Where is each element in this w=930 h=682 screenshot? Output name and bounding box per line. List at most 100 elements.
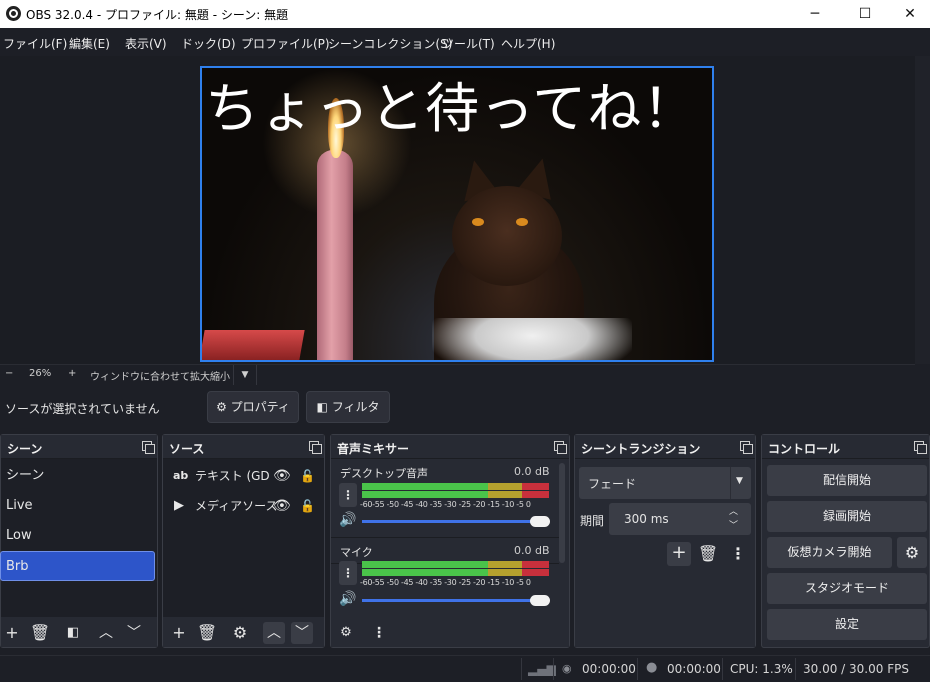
menu-file[interactable]: ファイル(F) xyxy=(3,35,67,52)
cat-eye-left xyxy=(472,218,484,226)
obs-logo-icon xyxy=(6,6,21,21)
mic-volume-slider[interactable] xyxy=(362,599,540,602)
zoom-bar: − 26% + ウィンドウに合わせて拡大縮小 ▼ xyxy=(0,364,915,385)
close-button[interactable]: ✕ xyxy=(887,0,930,28)
move-down-icon[interactable]: ﹀ xyxy=(123,622,145,644)
add-transition-icon[interactable]: + xyxy=(667,542,691,566)
settings-button[interactable]: 設定 xyxy=(767,609,927,640)
decrement-icon[interactable]: ﹀ xyxy=(729,518,738,531)
mixer-dock-header: 音声ミキサー xyxy=(331,435,569,459)
fps-readout: 30.00 / 30.00 FPS xyxy=(803,662,909,676)
maximize-button[interactable]: ☐ xyxy=(842,0,888,28)
add-scene-icon[interactable]: + xyxy=(1,622,23,644)
desktop-audio-volume-slider[interactable] xyxy=(362,520,540,523)
scene-item[interactable]: Low xyxy=(1,521,156,551)
transitions-dock-title: シーントランジション xyxy=(581,442,701,456)
meter-green xyxy=(362,561,488,568)
sources-dock-header: ソース xyxy=(163,435,324,459)
move-down-icon[interactable]: ﹀ xyxy=(291,622,313,644)
visibility-eye-icon[interactable]: 👁 xyxy=(273,491,291,521)
undock-icon[interactable] xyxy=(309,441,322,454)
properties-label: プロパティ xyxy=(230,400,290,414)
red-object xyxy=(202,330,305,360)
menu-tools[interactable]: ツール(T) xyxy=(442,35,495,52)
mixer-scrollbar[interactable] xyxy=(559,463,565,563)
speaker-icon[interactable]: 🔊 xyxy=(339,512,356,528)
virtual-camera-settings-gear-icon[interactable]: ⚙ xyxy=(897,537,927,568)
scene-item[interactable]: シーン xyxy=(1,461,156,491)
desktop-audio-volume-knob[interactable] xyxy=(530,516,550,527)
menu-scene-collection[interactable]: シーンコレクション(S) xyxy=(328,35,452,52)
lock-icon[interactable]: 🔓 xyxy=(300,491,315,521)
source-properties-gear-icon[interactable]: ⚙ xyxy=(229,622,251,644)
media-source-icon: ▶ xyxy=(174,498,184,513)
add-source-icon[interactable]: + xyxy=(168,622,190,644)
meter-red xyxy=(522,569,549,576)
preview-scrollbar[interactable] xyxy=(915,56,930,364)
status-separator xyxy=(795,658,796,680)
scene-filters-icon[interactable]: ◧ xyxy=(62,622,84,644)
desktop-audio-label: デスクトップ音声 xyxy=(340,467,428,480)
menu-view[interactable]: 表示(V) xyxy=(125,35,167,52)
chevron-down-icon: ▼ xyxy=(736,476,743,486)
mic-volume-knob[interactable] xyxy=(530,595,550,606)
zoom-dropdown-icon[interactable]: ▼ xyxy=(233,365,257,385)
status-separator xyxy=(521,658,522,680)
select-divider xyxy=(730,467,731,499)
menu-profile[interactable]: プロファイル(P) xyxy=(241,35,330,52)
start-recording-button[interactable]: 録画開始 xyxy=(767,501,927,532)
menu-edit[interactable]: 編集(E) xyxy=(69,35,110,52)
remove-scene-icon[interactable]: 🗑 xyxy=(29,622,51,644)
studio-mode-button[interactable]: スタジオモード xyxy=(767,573,927,604)
mic-menu-icon[interactable]: ⋮ xyxy=(339,561,357,585)
scene-item-selected[interactable]: Brb xyxy=(0,551,155,581)
scene-transitions-dock: シーントランジション フェード ▼ 期間 300 ms ︿ ﹀ + 🗑 ⋮ xyxy=(574,434,756,648)
duration-spinbox[interactable]: 300 ms ︿ ﹀ xyxy=(609,503,751,535)
duration-value: 300 ms xyxy=(624,512,669,526)
network-signal-icon: ▂▄▆ xyxy=(528,662,556,676)
scenes-dock: シーン シーン Live Low Brb + 🗑 ◧ ︿ ﹀ xyxy=(0,434,158,648)
source-item[interactable]: ab テキスト (GDI+ 👁 🔓 xyxy=(163,461,323,491)
mic-level: 0.0 dB xyxy=(514,544,550,557)
start-streaming-button[interactable]: 配信開始 xyxy=(767,465,927,496)
meter-red xyxy=(522,483,549,490)
source-list: ab テキスト (GDI+ 👁 🔓 ▶ メディアソース 👁 🔓 xyxy=(163,459,324,617)
menu-dock[interactable]: ドック(D) xyxy=(181,35,236,52)
zoom-in-button[interactable]: + xyxy=(68,368,76,379)
desktop-audio-level: 0.0 dB xyxy=(514,465,550,478)
remove-source-icon[interactable]: 🗑 xyxy=(196,622,218,644)
transition-select[interactable]: フェード ▼ xyxy=(579,467,751,499)
undock-icon[interactable] xyxy=(740,441,753,454)
cpu-usage: CPU: 1.3% xyxy=(730,662,793,676)
move-up-icon[interactable]: ︿ xyxy=(95,622,117,644)
undock-icon[interactable] xyxy=(914,441,927,454)
transitions-body: フェード ▼ 期間 300 ms ︿ ﹀ + 🗑 ⋮ xyxy=(575,459,755,647)
mixer-toolbar: ⚙ ⋮ xyxy=(331,617,569,647)
source-item[interactable]: ▶ メディアソース 👁 🔓 xyxy=(163,491,323,521)
transition-menu-icon[interactable]: ⋮ xyxy=(727,543,749,565)
controls-dock-header: コントロール xyxy=(762,435,929,459)
menu-help[interactable]: ヘルプ(H) xyxy=(501,35,555,52)
advanced-audio-gear-icon[interactable]: ⚙ xyxy=(335,622,357,644)
undock-icon[interactable] xyxy=(142,441,155,454)
start-virtual-camera-button[interactable]: 仮想カメラ開始 xyxy=(767,537,892,568)
desktop-audio-menu-icon[interactable]: ⋮ xyxy=(339,483,357,507)
record-time: 00:00:00 xyxy=(667,662,721,676)
filters-button[interactable]: ◧ フィルタ xyxy=(306,391,390,423)
preview-canvas[interactable]: ちょっと待ってね！ xyxy=(200,66,714,362)
status-separator xyxy=(553,658,554,680)
fit-to-window-label: ウィンドウに合わせて拡大縮小 xyxy=(90,372,230,383)
remove-transition-icon[interactable]: 🗑 xyxy=(697,543,719,565)
undock-icon[interactable] xyxy=(554,441,567,454)
speaker-icon[interactable]: 🔊 xyxy=(339,591,356,607)
overlay-text-source: ちょっと待ってね！ xyxy=(205,77,698,140)
lock-icon[interactable]: 🔓 xyxy=(300,461,315,491)
scene-item[interactable]: Live xyxy=(1,491,156,521)
move-up-icon[interactable]: ︿ xyxy=(263,622,285,644)
properties-button[interactable]: ⚙ プロパティ xyxy=(207,391,299,423)
mixer-menu-icon[interactable]: ⋮ xyxy=(368,622,390,644)
minimize-button[interactable]: ─ xyxy=(792,0,838,28)
visibility-eye-icon[interactable]: 👁 xyxy=(273,461,291,491)
zoom-out-button[interactable]: − xyxy=(5,368,13,379)
increment-icon[interactable]: ︿ xyxy=(729,504,738,517)
